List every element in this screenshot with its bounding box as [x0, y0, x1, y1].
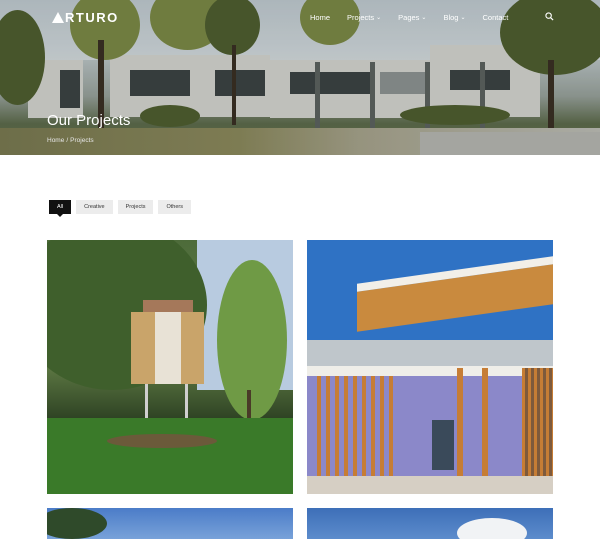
nav-item-pages[interactable]: Pages ⌄ — [398, 13, 426, 22]
project-image-foliage — [47, 508, 107, 539]
breadcrumb-home[interactable]: Home — [47, 137, 64, 144]
chevron-down-icon: ⌄ — [376, 15, 382, 21]
project-card-treehouse[interactable] — [47, 240, 293, 494]
nav-label: Blog — [443, 13, 459, 22]
project-filters: All Creative Projects Others — [49, 200, 196, 217]
project-image-foliage — [217, 260, 287, 420]
chevron-down-icon: ⌄ — [460, 15, 466, 21]
chevron-down-icon: ⌄ — [421, 15, 427, 21]
project-image-cloud — [457, 518, 527, 539]
search-icon[interactable] — [545, 12, 554, 21]
filter-creative[interactable]: Creative — [76, 200, 113, 214]
project-image-railing — [307, 340, 553, 366]
project-image-dirt — [107, 434, 217, 448]
project-image-column — [457, 368, 463, 476]
project-image-door — [432, 420, 454, 470]
breadcrumb-separator: / — [66, 137, 69, 144]
project-image-fins — [317, 376, 397, 476]
nav-item-home[interactable]: Home — [310, 13, 330, 22]
site-logo[interactable]: RTURO — [52, 10, 119, 25]
nav-item-projects[interactable]: Projects ⌄ — [347, 13, 381, 22]
filter-others[interactable]: Others — [158, 200, 191, 214]
nav-label: Contact — [482, 13, 509, 22]
nav-item-contact[interactable]: Contact — [483, 13, 509, 22]
breadcrumb-current: Projects — [70, 137, 94, 144]
project-image-lawn — [47, 418, 293, 494]
project-card-pavilion[interactable] — [307, 240, 553, 494]
logo-text: RTURO — [65, 10, 119, 25]
project-image-treehouse-roof — [143, 300, 193, 312]
filter-all[interactable]: All — [49, 200, 72, 217]
project-card-4[interactable] — [307, 508, 553, 539]
page-title: Our Projects — [47, 112, 131, 129]
nav-label: Home — [310, 13, 331, 22]
project-card-3[interactable] — [47, 508, 293, 539]
logo-mark-icon — [52, 12, 64, 23]
project-image-treehouse-window — [155, 312, 181, 384]
project-image-deck — [307, 366, 553, 376]
project-image-column — [482, 368, 488, 476]
hero-banner: RTURO Home Projects ⌄ Pages ⌄ Blog ⌄ Con… — [0, 0, 600, 155]
project-image-fins — [522, 368, 553, 476]
nav-label: Pages — [398, 13, 420, 22]
top-navigation: RTURO Home Projects ⌄ Pages ⌄ Blog ⌄ Con… — [0, 0, 600, 36]
filter-projects[interactable]: Projects — [117, 200, 154, 214]
nav-item-blog[interactable]: Blog ⌄ — [443, 13, 465, 22]
nav-label: Projects — [347, 13, 375, 22]
project-image-ground — [307, 476, 553, 494]
breadcrumb: Home / Projects — [47, 137, 94, 144]
main-menu: Home Projects ⌄ Pages ⌄ Blog ⌄ Contact — [310, 13, 525, 22]
